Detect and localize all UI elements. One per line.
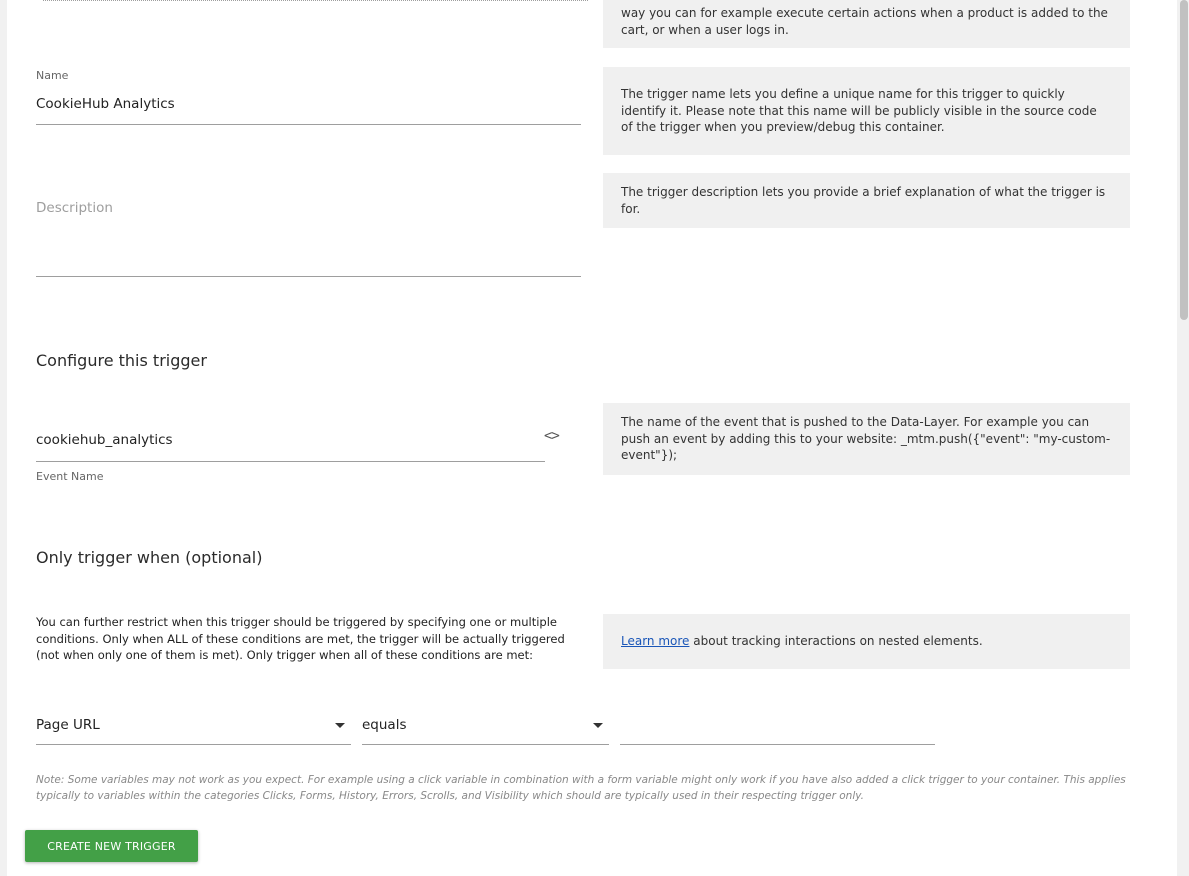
create-trigger-button[interactable]: CREATE NEW TRIGGER xyxy=(25,830,198,862)
name-input-underline xyxy=(36,124,581,125)
help-panel-name: The trigger name lets you define a uniqu… xyxy=(603,67,1130,155)
event-name-label: Event Name xyxy=(36,470,104,483)
code-icon[interactable]: <> xyxy=(544,428,560,444)
help-panel-event-name: The name of the event that is pushed to … xyxy=(603,403,1130,475)
chevron-down-icon[interactable] xyxy=(335,723,345,728)
learn-more-rest: about tracking interactions on nested el… xyxy=(689,634,983,649)
help-panel-trigger-type: way you can for example execute certain … xyxy=(603,0,1130,48)
condition-comparison-select[interactable]: equals xyxy=(362,717,407,733)
help-text-description: The trigger description lets you provide… xyxy=(621,185,1106,216)
condition-variable-underline xyxy=(36,744,351,745)
configure-trigger-title: Configure this trigger xyxy=(36,351,207,370)
condition-value-input[interactable] xyxy=(620,717,935,737)
help-text-name: The trigger name lets you define a uniqu… xyxy=(621,87,1097,135)
help-text-trigger-type: way you can for example execute certain … xyxy=(621,6,1108,37)
help-text-conditions: Learn more about tracking interactions o… xyxy=(621,633,983,650)
description-placeholder[interactable]: Description xyxy=(36,200,113,216)
learn-more-link[interactable]: Learn more xyxy=(621,634,689,648)
conditions-title: Only trigger when (optional) xyxy=(36,548,263,567)
event-name-underline xyxy=(36,461,545,462)
conditions-description: You can further restrict when this trigg… xyxy=(36,615,565,662)
chevron-down-icon[interactable] xyxy=(593,723,603,728)
name-label: Name xyxy=(36,69,69,82)
previous-field-underline xyxy=(43,0,588,1)
help-text-event-name: The name of the event that is pushed to … xyxy=(621,415,1111,463)
variables-note: Note: Some variables may not work as you… xyxy=(36,774,1126,802)
condition-comparison-underline xyxy=(362,744,609,745)
scrollbar-thumb[interactable] xyxy=(1180,0,1188,320)
page-scrollbar[interactable] xyxy=(1179,0,1189,876)
help-panel-description: The trigger description lets you provide… xyxy=(603,173,1130,228)
description-textarea-underline xyxy=(36,276,581,277)
event-name-input[interactable]: cookiehub_analytics xyxy=(36,432,173,448)
help-panel-conditions: Learn more about tracking interactions o… xyxy=(603,614,1130,669)
name-input[interactable]: CookieHub Analytics xyxy=(36,96,175,112)
condition-variable-select[interactable]: Page URL xyxy=(36,717,100,733)
condition-value-underline xyxy=(620,744,935,745)
